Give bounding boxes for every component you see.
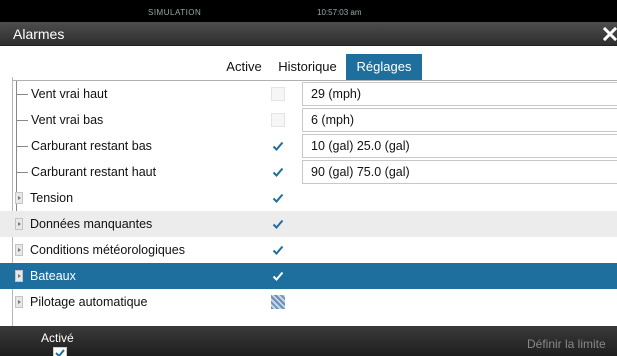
footer-bar: Activé Définir la limite xyxy=(0,326,617,356)
limit-value: 29 (mph) xyxy=(311,87,362,101)
check-icon xyxy=(272,219,284,229)
alarm-checkbox[interactable] xyxy=(271,139,285,153)
title-bar: Alarmes xyxy=(0,22,617,46)
alarm-label: Pilotage automatique xyxy=(30,295,148,309)
expand-arrow-icon[interactable] xyxy=(15,270,23,282)
alarm-label: Données manquantes xyxy=(30,217,153,231)
limit-value: 10 (gal) 25.0 (gal) xyxy=(311,139,410,153)
alarm-row-weather[interactable]: Conditions météorologiques xyxy=(0,237,617,263)
alarm-row-true-wind-high[interactable]: Vent vrai haut 29 (mph) xyxy=(0,81,617,107)
alarm-label: Vent vrai bas xyxy=(31,113,104,127)
close-icon[interactable] xyxy=(601,24,617,44)
limit-field[interactable]: 6 (mph) xyxy=(302,108,617,132)
alarm-label: Conditions météorologiques xyxy=(30,243,185,257)
alarm-checkbox[interactable] xyxy=(271,113,285,127)
alarm-label: Carburant restant bas xyxy=(31,139,152,153)
alarm-row-voltage[interactable]: Tension xyxy=(0,185,617,211)
alarm-checkbox[interactable] xyxy=(271,87,285,101)
enabled-label: Activé xyxy=(41,331,74,345)
alarm-row-autopilot[interactable]: Pilotage automatique xyxy=(0,289,617,315)
alarm-label: Tension xyxy=(30,191,74,205)
alarm-checkbox-partial[interactable] xyxy=(271,295,285,309)
limit-field[interactable]: 29 (mph) xyxy=(302,82,617,106)
check-icon xyxy=(272,141,284,151)
limit-value: 90 (gal) 75.0 (gal) xyxy=(311,165,410,179)
alarm-row-missing-data[interactable]: Données manquantes xyxy=(0,211,617,237)
simulation-indicator: SIMULATION xyxy=(148,8,202,17)
check-icon xyxy=(272,193,284,203)
limit-value: 6 (mph) xyxy=(311,113,355,127)
alarm-checkbox[interactable] xyxy=(271,217,285,231)
window-title: Alarmes xyxy=(13,26,65,42)
alarm-label: Carburant restant haut xyxy=(31,165,157,179)
alarm-checkbox[interactable] xyxy=(271,191,285,205)
status-bar: SIMULATION 10:57:03 am xyxy=(0,0,617,22)
check-icon xyxy=(272,167,284,177)
expand-arrow-icon[interactable] xyxy=(15,244,23,256)
check-icon xyxy=(272,271,284,281)
tab-history[interactable]: Historique xyxy=(270,54,345,80)
tab-active[interactable]: Active xyxy=(218,54,270,80)
limit-field[interactable]: 10 (gal) 25.0 (gal) xyxy=(302,134,617,158)
define-limit-button[interactable]: Définir la limite xyxy=(527,337,606,351)
alarm-label: Bateaux xyxy=(30,269,76,283)
settings-panel: Active Historique Réglages Vent vrai hau… xyxy=(0,46,617,326)
clock: 10:57:03 am xyxy=(317,8,362,17)
tab-bar: Active Historique Réglages xyxy=(0,50,617,81)
alarm-checkbox[interactable] xyxy=(271,165,285,179)
expand-arrow-icon[interactable] xyxy=(15,218,23,230)
check-icon xyxy=(53,347,67,356)
alarm-row-fuel-high[interactable]: Carburant restant haut 90 (gal) 75.0 (ga… xyxy=(0,159,617,185)
expand-arrow-icon[interactable] xyxy=(15,296,23,308)
enabled-checkbox[interactable] xyxy=(53,346,67,356)
limit-field[interactable]: 90 (gal) 75.0 (gal) xyxy=(302,160,617,184)
check-icon xyxy=(272,245,284,255)
alarm-label: Vent vrai haut xyxy=(31,87,108,101)
tab-settings[interactable]: Réglages xyxy=(346,54,422,80)
alarm-row-true-wind-low[interactable]: Vent vrai bas 6 (mph) xyxy=(0,107,617,133)
expand-arrow-icon[interactable] xyxy=(15,192,23,204)
alarm-row-fuel-low[interactable]: Carburant restant bas 10 (gal) 25.0 (gal… xyxy=(0,133,617,159)
alarm-row-boats[interactable]: Bateaux xyxy=(0,263,617,289)
alarm-checkbox[interactable] xyxy=(271,269,285,283)
alarm-checkbox[interactable] xyxy=(271,243,285,257)
